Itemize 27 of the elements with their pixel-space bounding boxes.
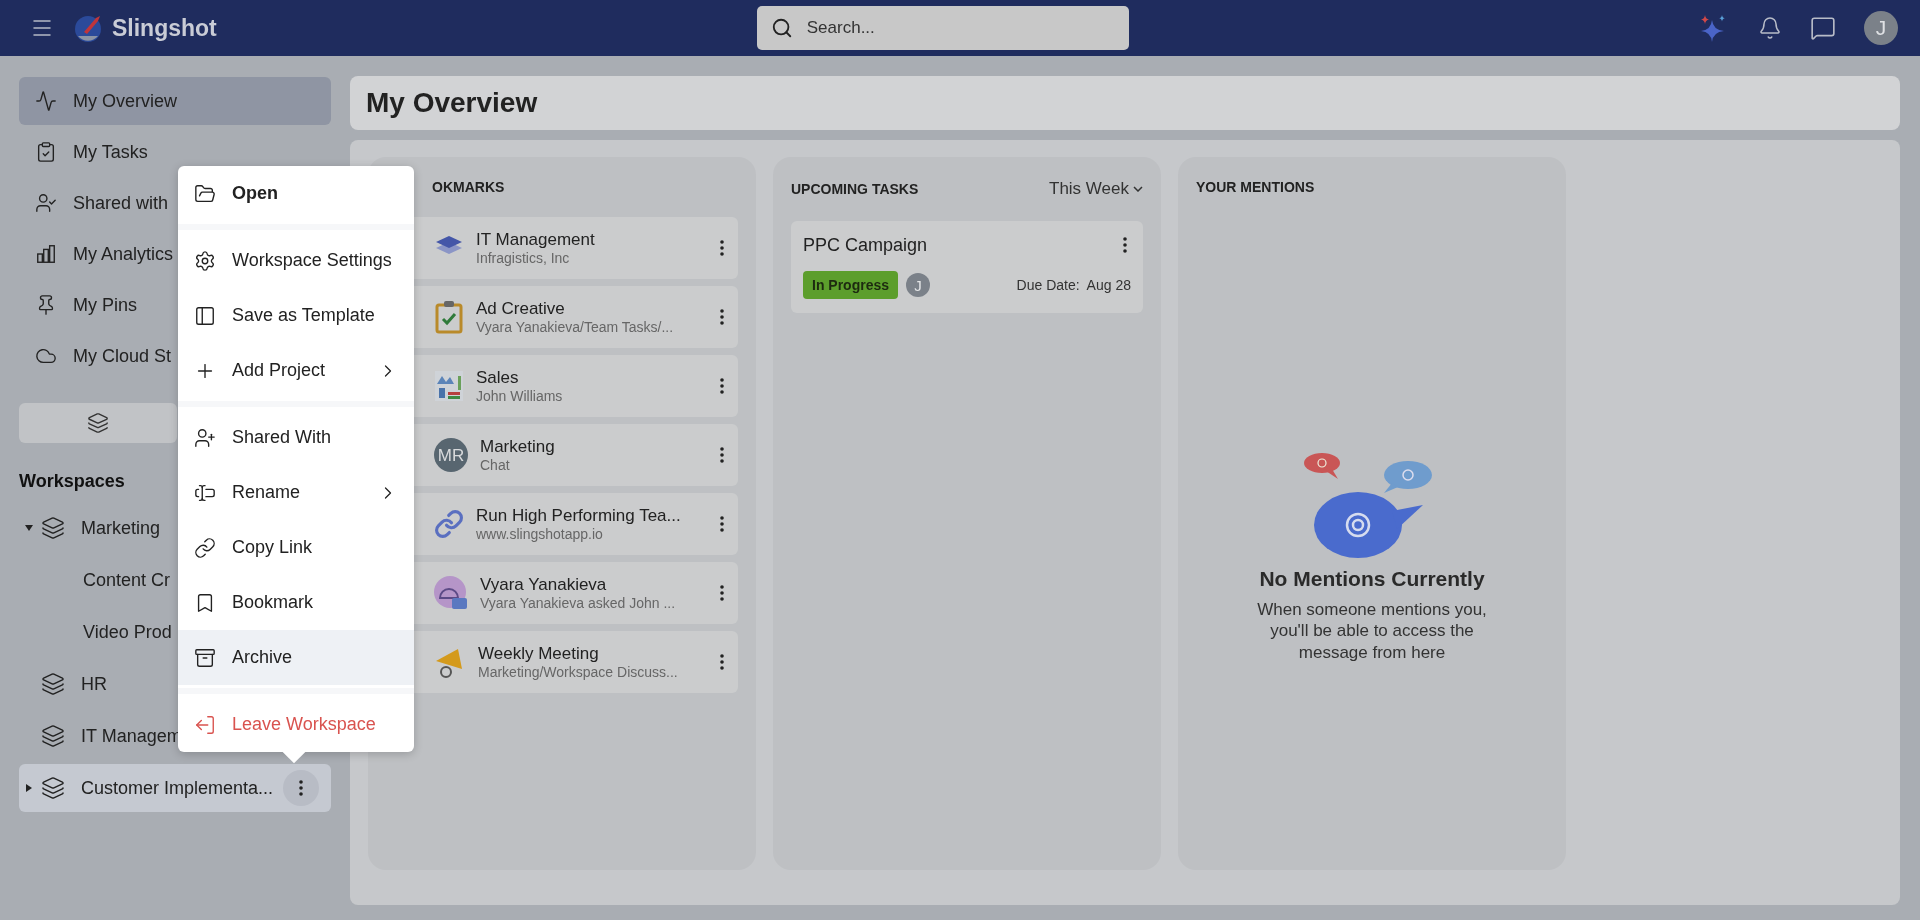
saved-item-title: Sales	[476, 368, 520, 388]
empty-message: When someone mentions you, you'll be able to access the message from here	[1256, 599, 1488, 663]
saved-item-subtitle: Chat	[480, 457, 511, 473]
task-title: PPC Campaign	[803, 234, 929, 256]
assignee-avatar: J	[906, 273, 931, 297]
app-name: Slingshot	[112, 14, 217, 42]
section-title: YOUR MENTIONS	[1196, 179, 1315, 195]
section-title: UPCOMING TASKS	[791, 181, 919, 197]
saved-item-subtitle: Marketing/Workspace Discuss...	[478, 664, 679, 680]
saved-item-subtitle: John Williams	[476, 388, 564, 404]
initials-avatar: MR	[434, 438, 468, 472]
page-title: My Overview	[366, 87, 538, 119]
saved-item-subtitle: Vyara Yanakieva asked John ...	[480, 595, 677, 611]
due-date: Due Date: Aug 28	[1016, 277, 1131, 293]
saved-item-subtitle: Infragistics, Inc	[476, 250, 571, 266]
saved-item-title: Marketing	[480, 437, 556, 457]
saved-item-subtitle: Vyara Yanakieva/Team Tasks/...	[476, 319, 675, 335]
saved-item-title: Run High Performing Tea...	[476, 506, 682, 526]
saved-item-title: Vyara Yanakieva	[480, 575, 608, 595]
saved-item-subtitle: www.slingshotapp.io	[476, 526, 604, 542]
empty-title: No Mentions Currently	[1259, 567, 1485, 591]
status-badge: In Progress	[803, 271, 899, 299]
saved-item-title: IT Management	[476, 230, 596, 250]
saved-item-title: Weekly Meeting	[478, 644, 600, 664]
workspaces-heading: Workspaces	[19, 471, 125, 492]
saved-item-title: Ad Creative	[476, 299, 566, 319]
section-title: OKMARKS	[431, 179, 505, 195]
